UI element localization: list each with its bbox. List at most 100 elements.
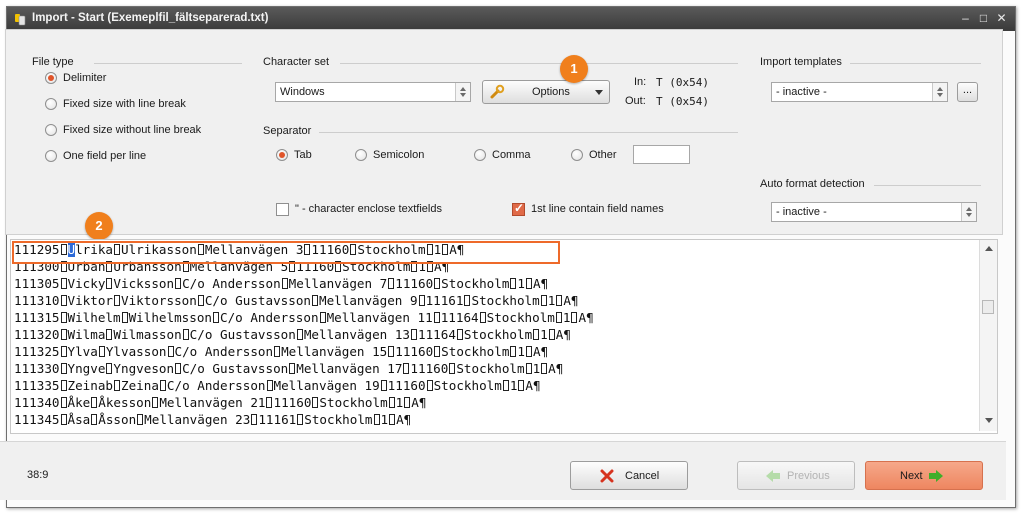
divider <box>319 132 738 133</box>
preview-field: A¶ <box>548 361 564 376</box>
tab-marker <box>251 414 258 425</box>
other-separator-input[interactable] <box>633 145 690 164</box>
settings-panel: File type Delimiter Fixed size with line… <box>5 29 1003 235</box>
tab-marker <box>533 329 540 340</box>
preview-field: Stockholm <box>486 310 555 325</box>
scroll-down-icon[interactable] <box>985 418 993 423</box>
spin-arrows-icon[interactable] <box>961 203 976 221</box>
tab-marker <box>60 278 67 289</box>
preview-field: Wilhelm <box>67 310 121 325</box>
radio-one-field-per-line[interactable] <box>45 150 57 162</box>
preview-field: Wilma <box>67 327 106 342</box>
preview-field: Stockholm <box>463 327 533 342</box>
preview-field: 1 <box>532 361 541 376</box>
preview-line: 111310 Viktor Viktorsson C/o Gustavsson Mell… <box>14 292 579 309</box>
tab-marker <box>479 312 486 323</box>
current-line-highlight <box>12 241 560 264</box>
quote-checkbox-label: " - character enclose textfields <box>295 203 442 215</box>
tab-marker <box>510 278 517 289</box>
tab-marker <box>106 278 113 289</box>
preview-field: Ylva <box>67 344 98 359</box>
browse-templates-button[interactable]: ... <box>957 82 978 102</box>
minimize-icon[interactable]: – <box>957 11 974 26</box>
quote-checkbox[interactable] <box>276 203 289 216</box>
radio-comma[interactable] <box>474 149 486 161</box>
preview-field: 11164 <box>417 327 456 342</box>
tab-marker <box>175 278 182 289</box>
tab-marker <box>114 380 120 391</box>
auto-format-value: - inactive - <box>776 206 827 218</box>
preview-line: 111305 Vicky Vicksson C/o Andersson Mellanvä… <box>14 275 548 292</box>
first-line-checkbox[interactable] <box>512 201 525 216</box>
radio-semicolon[interactable] <box>355 149 367 161</box>
charset-select[interactable]: Windows <box>275 82 471 102</box>
preview-field: Vicksson <box>113 276 175 291</box>
radio-delimiter[interactable] <box>45 72 57 84</box>
preview-field: C/o Gustavsson <box>182 361 289 376</box>
preview-field: 111320 <box>14 327 60 342</box>
app-icon <box>15 14 26 26</box>
preview-field: 1 <box>509 378 518 393</box>
previous-button-label: Previous <box>787 470 830 482</box>
tab-marker <box>297 414 304 425</box>
preview-field: Stockholm <box>441 276 510 291</box>
radio-comma-label: Comma <box>492 149 531 161</box>
next-button[interactable]: Next <box>865 461 983 490</box>
radio-fixed-line-break[interactable] <box>45 98 57 110</box>
tab-marker <box>281 278 288 289</box>
preview-field: Zeina <box>121 378 159 393</box>
vertical-scrollbar[interactable] <box>979 240 997 431</box>
preview-field: Wilmasson <box>113 327 182 342</box>
preview-field: 111325 <box>14 344 60 359</box>
preview-field: A¶ <box>533 276 549 291</box>
radio-delimiter-label: Delimiter <box>63 72 107 84</box>
preview-field: Mellanvägen 13 <box>303 327 410 342</box>
tab-marker <box>434 346 441 357</box>
scroll-up-icon[interactable] <box>985 246 993 251</box>
auto-format-select[interactable]: - inactive - <box>771 202 977 222</box>
tab-marker <box>212 312 219 323</box>
title-bar[interactable]: Import - Start (Exemeplfil_fältseparerad… <box>7 7 1015 31</box>
preview-line: 111315 Wilhelm Wilhelmsson C/o Andersson Mel… <box>14 309 594 326</box>
tab-marker <box>526 346 533 357</box>
tab-marker <box>525 363 532 374</box>
preview-field: 111315 <box>14 310 60 325</box>
preview-field: Stockholm <box>304 412 373 427</box>
charset-heading: Character set <box>263 56 330 68</box>
tab-marker <box>449 363 456 374</box>
preview-field: 111345 <box>14 412 60 427</box>
radio-fixed-line-break-label: Fixed size with line break <box>63 98 186 110</box>
tab-marker <box>418 295 425 306</box>
tab-marker <box>456 329 463 340</box>
preview-field: C/o Gustavsson <box>189 327 296 342</box>
radio-tab[interactable] <box>276 149 288 161</box>
tab-marker <box>426 380 433 391</box>
previous-button[interactable]: Previous <box>737 461 855 490</box>
tab-marker <box>60 397 67 408</box>
import-template-select[interactable]: - inactive - <box>771 82 948 102</box>
tab-marker <box>60 329 67 340</box>
charset-value: Windows <box>280 86 325 98</box>
preview-field: A¶ <box>533 344 549 359</box>
tab-marker <box>571 312 578 323</box>
options-button[interactable]: Options <box>482 80 610 104</box>
close-icon[interactable]: ✕ <box>993 11 1010 26</box>
preview-field: 11164 <box>440 310 479 325</box>
radio-other[interactable] <box>571 149 583 161</box>
radio-fixed-no-line-break[interactable] <box>45 124 57 136</box>
spin-arrows-icon[interactable] <box>455 83 470 101</box>
preview-field: A¶ <box>578 310 594 325</box>
cancel-button[interactable]: Cancel <box>570 461 688 490</box>
file-preview[interactable]: 111295 Ulrika Ulrikasson Mellanvägen 3 11160… <box>10 239 998 434</box>
preview-field: 1 <box>517 344 526 359</box>
file-type-heading: File type <box>32 56 74 68</box>
tab-marker <box>91 397 98 408</box>
preview-field: C/o Andersson <box>174 344 274 359</box>
scrollbar-thumb[interactable] <box>982 300 994 314</box>
spin-arrows-icon[interactable] <box>932 83 947 101</box>
maximize-icon[interactable]: □ <box>975 11 992 26</box>
tab-marker <box>388 278 395 289</box>
tab-marker <box>296 329 303 340</box>
preview-field: Mellanvägen 19 <box>273 378 380 393</box>
tab-marker <box>434 278 441 289</box>
